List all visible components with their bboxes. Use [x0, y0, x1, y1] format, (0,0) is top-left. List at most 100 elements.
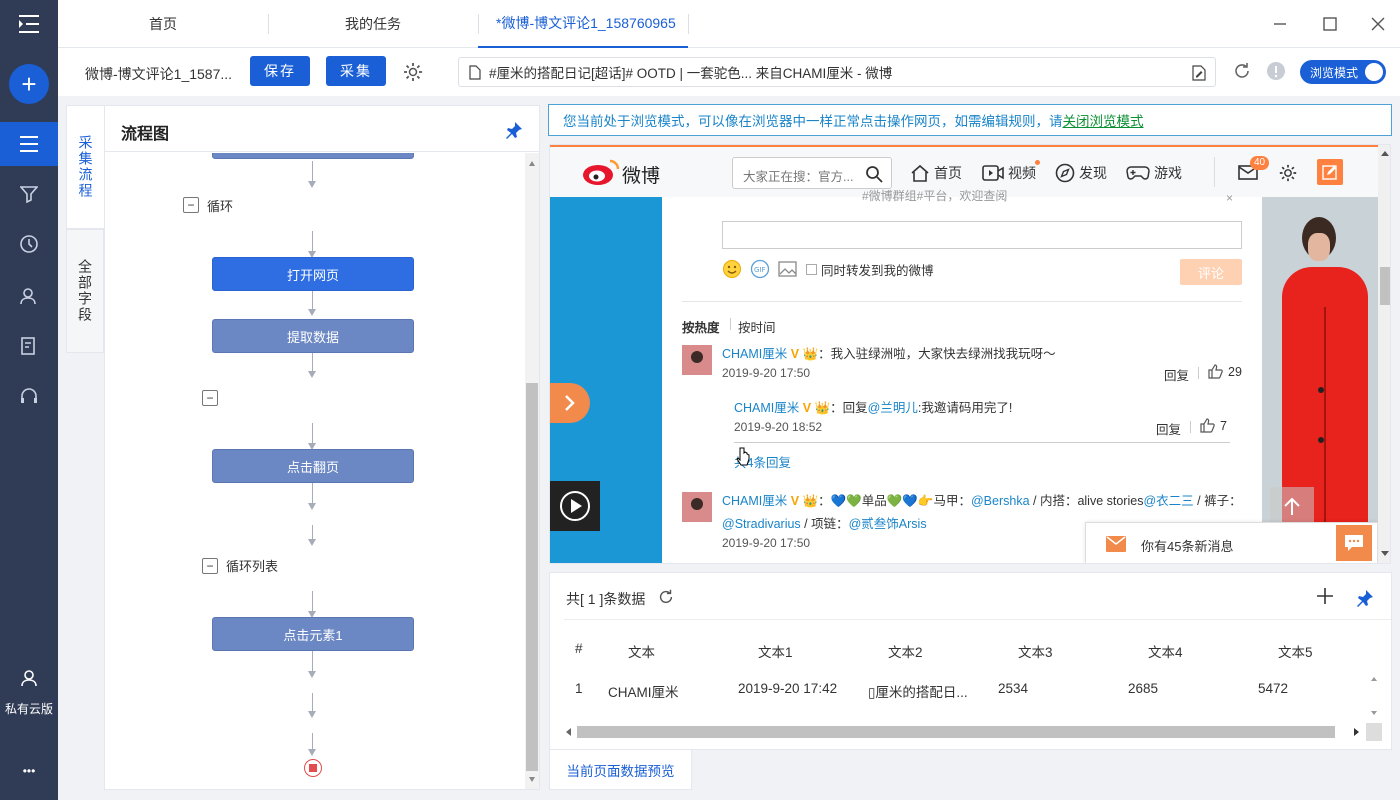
- column-header[interactable]: 文本4: [1148, 641, 1183, 661]
- table-cell[interactable]: 2019-9-20 17:42: [738, 681, 837, 696]
- reply-link[interactable]: 回复: [1156, 419, 1181, 438]
- mention-link[interactable]: @Bershka: [971, 494, 1030, 508]
- gif-icon[interactable]: GIF: [750, 259, 770, 279]
- weibo-nav-home[interactable]: 首页: [910, 163, 962, 183]
- more-button[interactable]: •••: [0, 764, 58, 778]
- new-message-popup[interactable]: 你有45条新消息: [1085, 522, 1378, 563]
- back-to-top-button[interactable]: [1270, 487, 1314, 527]
- url-text: #厘米的搭配日记[超话]# OOTD | 一套驼色... 来自CHAMI厘米 -…: [489, 66, 893, 81]
- table-horizontal-scrollbar[interactable]: [564, 723, 1374, 741]
- history-icon[interactable]: [0, 222, 58, 266]
- menu-icon[interactable]: [0, 2, 58, 46]
- comment-submit-button[interactable]: 评论: [1180, 259, 1242, 285]
- maximize-icon[interactable]: [1316, 10, 1344, 38]
- account-icon[interactable]: [0, 658, 58, 698]
- headset-icon[interactable]: [0, 374, 58, 418]
- column-header[interactable]: 文本2: [888, 641, 923, 661]
- table-vertical-scrollbar[interactable]: [1370, 673, 1378, 715]
- avatar[interactable]: [682, 345, 712, 375]
- save-button[interactable]: 保存: [250, 56, 310, 86]
- collapse-loop-button[interactable]: −: [183, 197, 199, 213]
- notice-text: 您当前处于浏览模式，可以像在浏览器中一样正常点击操作网页，如需编辑规则，请: [563, 114, 1063, 129]
- collapse-loop-list-button[interactable]: −: [202, 558, 218, 574]
- tab-my-tasks[interactable]: 我的任务: [268, 0, 478, 48]
- users-icon[interactable]: [0, 274, 58, 318]
- filter-icon[interactable]: [0, 172, 58, 216]
- forward-checkbox[interactable]: [806, 263, 817, 275]
- close-browse-mode-link[interactable]: 关闭浏览模式: [1063, 110, 1144, 130]
- table-cell[interactable]: 2685: [1128, 681, 1158, 696]
- close-icon[interactable]: [1364, 10, 1392, 38]
- mention-link[interactable]: @兰明儿: [868, 401, 918, 415]
- refresh-data-icon[interactable]: [657, 588, 675, 606]
- embedded-browser[interactable]: 微博 大家正在搜：官方... 首页 视频 发现 游戏 40 #微博群组#平台，欢…: [549, 144, 1391, 564]
- like-button[interactable]: 7: [1200, 418, 1227, 433]
- reply-user-link[interactable]: CHAMI厘米: [734, 401, 799, 415]
- reply-link[interactable]: 回复: [1164, 365, 1189, 384]
- mention-link[interactable]: @贰叁饰Arsis: [849, 517, 927, 531]
- pin-icon[interactable]: [505, 121, 523, 139]
- avatar[interactable]: [682, 492, 712, 522]
- emoji-icon[interactable]: [722, 259, 742, 279]
- weibo-nav-discover[interactable]: 发现: [1055, 163, 1107, 183]
- sort-by-hot[interactable]: 按热度: [682, 317, 720, 336]
- add-task-button[interactable]: +: [9, 64, 49, 104]
- sort-by-time[interactable]: 按时间: [738, 317, 776, 336]
- task-name[interactable]: 微博-博文评论1_1587...: [85, 64, 232, 84]
- comment-user-link[interactable]: CHAMI厘米: [722, 494, 787, 508]
- tab-current-task[interactable]: *微博-博文评论1_158760965: [478, 0, 688, 48]
- collapse-branch-button[interactable]: −: [202, 390, 218, 406]
- table-cell[interactable]: 5472: [1258, 681, 1288, 696]
- add-field-icon[interactable]: [1316, 587, 1334, 605]
- play-video-button[interactable]: [550, 481, 600, 531]
- flow-node-open-page[interactable]: 打开网页: [212, 257, 414, 291]
- weibo-nav-games[interactable]: 游戏: [1126, 163, 1182, 183]
- weibo-settings-icon[interactable]: [1278, 163, 1298, 183]
- flow-node-click-element[interactable]: 点击元素1: [212, 617, 414, 651]
- current-page-data-preview-tab[interactable]: 当前页面数据预览: [549, 750, 692, 790]
- table-cell[interactable]: 2534: [998, 681, 1028, 696]
- column-header[interactable]: 文本3: [1018, 641, 1053, 661]
- image-icon[interactable]: [778, 260, 798, 278]
- column-header[interactable]: 文本1: [758, 641, 793, 661]
- table-cell[interactable]: ▯厘米的搭配日...: [868, 681, 968, 701]
- side-tab-fields[interactable]: 全部字段: [66, 229, 104, 353]
- browser-scrollbar[interactable]: [1378, 145, 1390, 563]
- comment-user-link[interactable]: CHAMI厘米: [722, 347, 787, 361]
- close-hint-icon[interactable]: ×: [1226, 191, 1233, 205]
- document-icon[interactable]: [0, 324, 58, 368]
- compose-icon[interactable]: [1317, 159, 1343, 185]
- like-button[interactable]: 29: [1208, 364, 1242, 379]
- search-icon[interactable]: [865, 165, 883, 183]
- comment-time: 2019-9-20 17:50: [722, 366, 811, 380]
- warning-icon[interactable]: [1266, 61, 1286, 81]
- chat-icon[interactable]: [1336, 525, 1372, 561]
- edit-url-icon[interactable]: [1191, 65, 1207, 81]
- refresh-icon[interactable]: [1232, 61, 1252, 81]
- minimize-icon[interactable]: [1266, 10, 1294, 38]
- mail-icon[interactable]: 40: [1238, 156, 1270, 181]
- nav-tasks-icon[interactable]: [0, 122, 58, 166]
- gear-icon[interactable]: [402, 61, 424, 83]
- mention-link[interactable]: @Stradivarius: [722, 517, 801, 531]
- comment-input[interactable]: [722, 221, 1242, 249]
- tab-home[interactable]: 首页: [58, 0, 268, 48]
- column-header[interactable]: 文本5: [1278, 641, 1313, 661]
- url-bar[interactable]: #厘米的搭配日记[超话]# OOTD | 一套驼色... 来自CHAMI厘米 -…: [458, 57, 1216, 87]
- collect-button[interactable]: 采集: [326, 56, 386, 86]
- flow-node-extract[interactable]: 提取数据: [212, 319, 414, 353]
- mention-link[interactable]: @衣二三: [1143, 494, 1193, 508]
- browse-mode-toggle[interactable]: 浏览模式: [1300, 60, 1386, 84]
- flow-node-next-page[interactable]: 点击翻页: [212, 449, 414, 483]
- weibo-logo[interactable]: 微博: [560, 155, 710, 191]
- weibo-nav-video[interactable]: 视频: [982, 160, 1040, 183]
- flow-scrollbar[interactable]: [525, 153, 539, 789]
- side-tab-flow[interactable]: 采集流程: [66, 105, 104, 229]
- pin-icon[interactable]: [1356, 589, 1374, 607]
- carousel-next-button[interactable]: [550, 383, 590, 423]
- table-cell[interactable]: CHAMI厘米: [608, 681, 679, 701]
- column-header: #: [575, 641, 583, 656]
- column-header[interactable]: 文本: [628, 641, 655, 661]
- weibo-search-input[interactable]: 大家正在搜：官方...: [732, 157, 892, 189]
- flow-node-previous[interactable]: [212, 153, 414, 159]
